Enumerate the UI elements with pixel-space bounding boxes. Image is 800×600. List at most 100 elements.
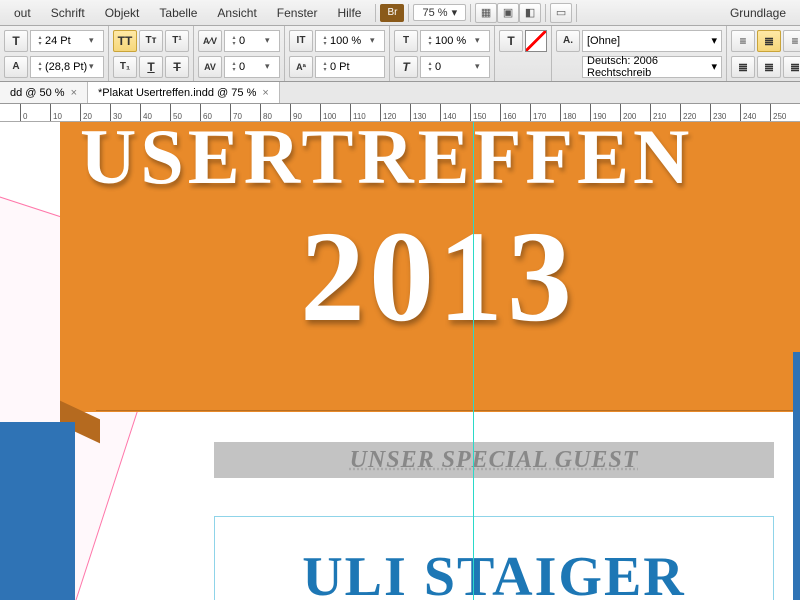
ruler-tick: 70 bbox=[230, 104, 242, 121]
workspace-switcher[interactable]: Grundlage bbox=[720, 6, 796, 20]
ruler-tick: 30 bbox=[110, 104, 122, 121]
document-canvas[interactable]: USERTREFFEN 2013 UNSER SPECIAL GUEST ULI… bbox=[0, 122, 800, 600]
ruler-tick: 220 bbox=[680, 104, 696, 121]
tracking-input[interactable] bbox=[239, 61, 263, 73]
charstyle-icon: A. bbox=[556, 30, 580, 52]
stepper-icon[interactable]: ▴▾ bbox=[425, 61, 435, 73]
tab-document-2[interactable]: *Plakat Usertreffen.indd @ 75 %× bbox=[88, 82, 280, 103]
leading-field[interactable]: ▴▾ ▾ bbox=[30, 56, 104, 78]
justify-left-button[interactable]: ≣ bbox=[731, 56, 755, 78]
vertical-guide[interactable] bbox=[473, 122, 474, 600]
horizontal-ruler[interactable]: 0102030405060708090100110120130140150160… bbox=[0, 104, 800, 122]
bridge-icon[interactable]: Br bbox=[380, 4, 404, 22]
ruler-tick: 170 bbox=[530, 104, 546, 121]
stepper-icon[interactable]: ▴▾ bbox=[425, 35, 435, 47]
small-caps-button[interactable]: Tᴛ bbox=[139, 30, 163, 52]
chevron-down-icon[interactable]: ▾ bbox=[473, 35, 485, 46]
banner-title[interactable]: USERTREFFEN bbox=[80, 122, 800, 202]
ruler-tick: 10 bbox=[50, 104, 62, 121]
ruler-tick: 110 bbox=[350, 104, 366, 121]
chevron-down-icon[interactable]: ▾ bbox=[368, 35, 380, 46]
ruler-tick: 150 bbox=[470, 104, 486, 121]
ruler-tick: 80 bbox=[260, 104, 272, 121]
tab-document-1[interactable]: dd @ 50 %× bbox=[0, 82, 88, 103]
guest-name[interactable]: ULI STAIGER bbox=[215, 545, 773, 600]
baseline-input[interactable] bbox=[330, 61, 368, 73]
tracking-field[interactable]: ▴▾ ▾ bbox=[224, 56, 280, 78]
control-panel: T ▴▾ ▾ A ▴▾ ▾ TT Tᴛ T¹ T₁ T T bbox=[0, 26, 800, 82]
text-frame[interactable]: ULI STAIGER THEMEN: PHOTOSHOP & CINEMA 4… bbox=[214, 516, 774, 600]
chevron-down-icon[interactable]: ▾ bbox=[263, 61, 275, 72]
stepper-icon[interactable]: ▴▾ bbox=[35, 35, 45, 47]
kerning-field[interactable]: ▴▾ ▾ bbox=[224, 30, 280, 52]
screen-mode-icon[interactable]: ▭ bbox=[550, 3, 572, 23]
close-icon[interactable]: × bbox=[71, 87, 77, 99]
ruler-tick: 40 bbox=[140, 104, 152, 121]
superscript-button[interactable]: T¹ bbox=[165, 30, 189, 52]
ruler-tick: 180 bbox=[560, 104, 576, 121]
menu-objekt[interactable]: Objekt bbox=[95, 6, 150, 20]
align-center-button[interactable]: ≣ bbox=[757, 30, 781, 52]
view-mode-preview-icon[interactable]: ▣ bbox=[497, 3, 519, 23]
close-icon[interactable]: × bbox=[262, 87, 268, 99]
blue-panel-right bbox=[793, 352, 800, 600]
ruler-tick: 210 bbox=[650, 104, 666, 121]
menu-hilfe[interactable]: Hilfe bbox=[327, 6, 371, 20]
document-tabs: dd @ 50 %× *Plakat Usertreffen.indd @ 75… bbox=[0, 82, 800, 104]
justify-center-button[interactable]: ≣ bbox=[757, 56, 781, 78]
baseline-field[interactable]: ▴▾ bbox=[315, 56, 385, 78]
align-right-button[interactable]: ≡ bbox=[783, 30, 800, 52]
divider bbox=[576, 4, 577, 22]
ruler-tick: 160 bbox=[500, 104, 516, 121]
subscript-button[interactable]: T₁ bbox=[113, 56, 137, 78]
strikethrough-button[interactable]: T bbox=[165, 56, 189, 78]
align-left-button[interactable]: ≡ bbox=[731, 30, 755, 52]
kerning-input[interactable] bbox=[239, 35, 263, 47]
charstyle-select[interactable]: [Ohne] ▾ bbox=[582, 30, 722, 52]
fill-swatch[interactable] bbox=[525, 30, 547, 52]
chevron-down-icon[interactable]: ▾ bbox=[473, 61, 485, 72]
font-size-input[interactable] bbox=[45, 35, 87, 47]
menu-tabelle[interactable]: Tabelle bbox=[149, 6, 207, 20]
ruler-tick: 190 bbox=[590, 104, 606, 121]
vscale-input[interactable] bbox=[330, 35, 368, 47]
leading-input[interactable] bbox=[45, 61, 87, 73]
menu-schrift[interactable]: Schrift bbox=[41, 6, 95, 20]
underline-button[interactable]: T bbox=[139, 56, 163, 78]
hscale-input[interactable] bbox=[435, 35, 473, 47]
menu-fenster[interactable]: Fenster bbox=[267, 6, 328, 20]
vscale-icon: IT bbox=[289, 30, 313, 52]
chevron-down-icon: ▾ bbox=[711, 34, 717, 47]
chevron-down-icon[interactable]: ▾ bbox=[263, 35, 275, 46]
skew-input[interactable] bbox=[435, 61, 473, 73]
divider bbox=[545, 4, 546, 22]
stepper-icon[interactable]: ▴▾ bbox=[35, 61, 45, 73]
chevron-down-icon[interactable]: ▾ bbox=[87, 61, 99, 72]
menu-ansicht[interactable]: Ansicht bbox=[207, 6, 266, 20]
zoom-value: 75 % bbox=[422, 7, 447, 19]
banner-year[interactable]: 2013 bbox=[300, 202, 576, 352]
stepper-icon[interactable]: ▴▾ bbox=[229, 61, 239, 73]
charstyle-value: [Ohne] bbox=[587, 35, 707, 47]
chevron-down-icon[interactable]: ▾ bbox=[87, 35, 99, 46]
menu-layout[interactable]: out bbox=[4, 6, 41, 20]
stepper-icon[interactable]: ▴▾ bbox=[229, 35, 239, 47]
font-size-field[interactable]: ▴▾ ▾ bbox=[30, 30, 104, 52]
stepper-icon[interactable]: ▴▾ bbox=[320, 61, 330, 73]
view-mode-slug-icon[interactable]: ◧ bbox=[519, 3, 541, 23]
hscale-field[interactable]: ▴▾ ▾ bbox=[420, 30, 490, 52]
view-mode-normal-icon[interactable]: ▦ bbox=[475, 3, 497, 23]
justify-right-button[interactable]: ≣ bbox=[783, 56, 800, 78]
ruler-tick: 200 bbox=[620, 104, 636, 121]
guest-label-bar[interactable]: UNSER SPECIAL GUEST bbox=[214, 442, 774, 478]
zoom-level[interactable]: 75 %▾ bbox=[413, 4, 466, 21]
ruler-tick: 0 bbox=[20, 104, 27, 121]
edge bbox=[96, 410, 800, 411]
stepper-icon[interactable]: ▴▾ bbox=[320, 35, 330, 47]
ruler-tick: 240 bbox=[740, 104, 756, 121]
vscale-field[interactable]: ▴▾ ▾ bbox=[315, 30, 385, 52]
fill-icon[interactable]: T bbox=[499, 30, 523, 52]
all-caps-button[interactable]: TT bbox=[113, 30, 137, 52]
skew-field[interactable]: ▴▾ ▾ bbox=[420, 56, 490, 78]
language-select[interactable]: Deutsch: 2006 Rechtschreib▾ bbox=[582, 56, 722, 78]
